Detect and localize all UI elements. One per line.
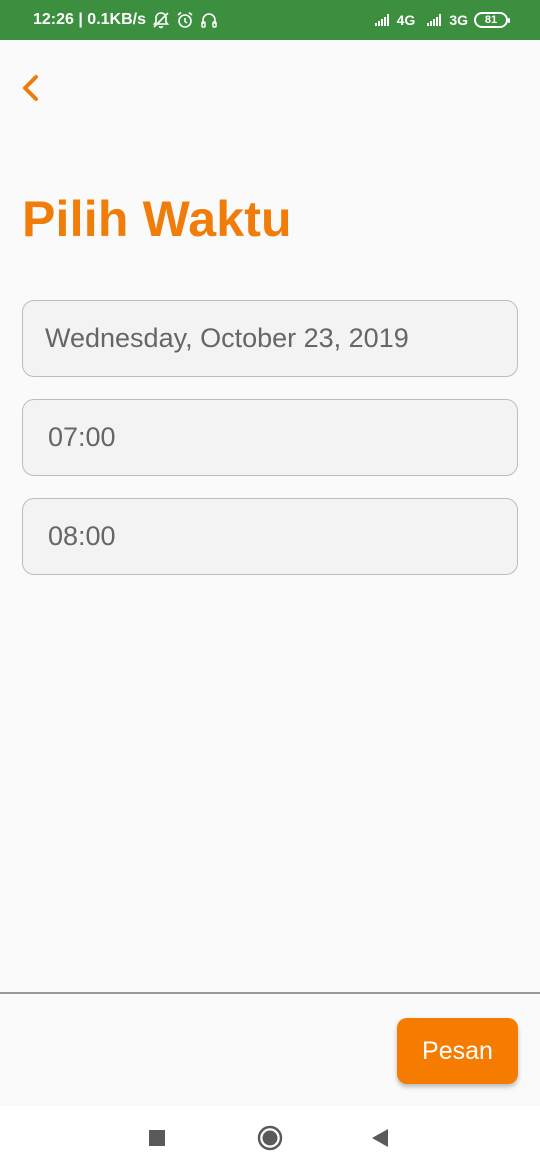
alarm-icon: [176, 11, 194, 29]
nav-back-button[interactable]: [360, 1124, 400, 1152]
recent-apps-button[interactable]: [137, 1124, 177, 1152]
home-button[interactable]: [250, 1124, 290, 1152]
order-button[interactable]: Pesan: [397, 1018, 518, 1084]
page-title: Pilih Waktu: [22, 191, 292, 247]
status-time: 12:26 | 0.1KB/s: [33, 11, 146, 28]
muted-bell-icon: [152, 11, 170, 29]
network-label-1: 4G: [396, 12, 416, 28]
recent-apps-icon: [149, 1130, 165, 1146]
status-left: 12:26 | 0.1KB/s: [33, 11, 218, 29]
signal-icon: [374, 14, 389, 26]
home-icon: [257, 1125, 283, 1151]
status-right: 4G 3G 81: [374, 12, 510, 28]
network-label-2: 3G: [449, 12, 468, 28]
battery-level: 81: [484, 14, 498, 26]
system-nav-bar: [0, 1106, 540, 1170]
start-time-field[interactable]: 07:00: [22, 399, 518, 476]
chevron-left-icon: [23, 75, 38, 101]
bottom-action-bar: Pesan: [0, 992, 540, 1106]
headphones-icon: [200, 11, 218, 29]
end-time-field[interactable]: 08:00: [22, 498, 518, 575]
back-icon: [372, 1129, 388, 1147]
battery-icon: 81: [474, 12, 510, 28]
date-field[interactable]: Wednesday, October 23, 2019: [22, 300, 518, 377]
signal-icon: [427, 14, 442, 26]
back-button[interactable]: [12, 70, 48, 106]
status-bar: 12:26 | 0.1KB/s 4G 3G 81: [0, 0, 540, 40]
